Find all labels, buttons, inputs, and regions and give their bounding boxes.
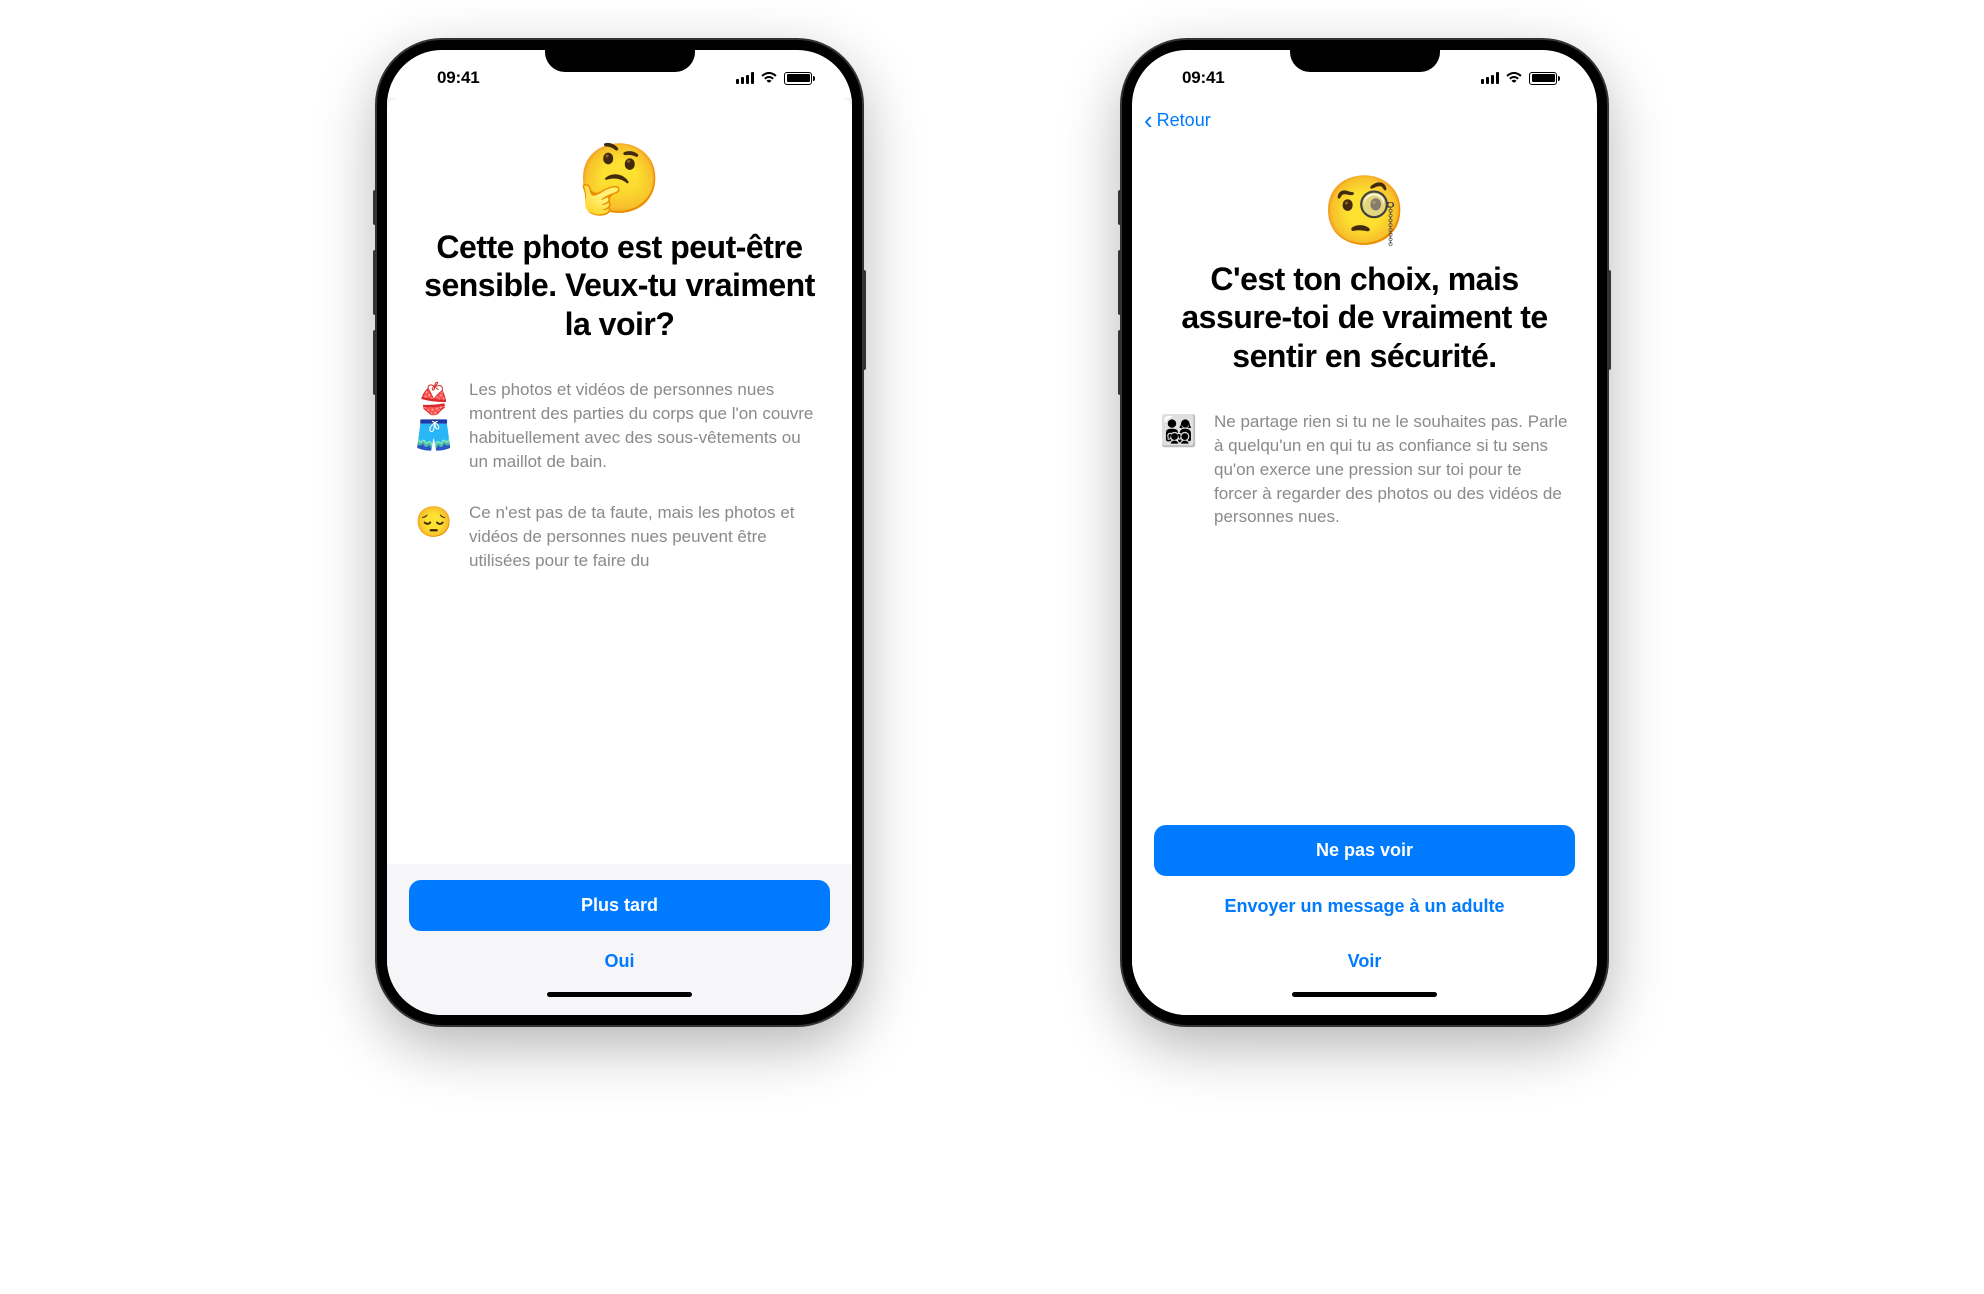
battery-icon (1529, 72, 1557, 85)
info-item: 👙🩳 Les photos et vidéos de personnes nue… (415, 378, 824, 473)
status-time: 09:41 (437, 68, 479, 88)
info-list: 👙🩳 Les photos et vidéos de personnes nue… (409, 378, 830, 573)
status-time: 09:41 (1182, 68, 1224, 88)
content-area: 🧐 C'est ton choix, mais assure-toi de vr… (1132, 142, 1597, 809)
info-item: 👨‍👩‍👧‍👦 Ne partage rien si tu ne le souh… (1160, 410, 1569, 529)
info-text: Les photos et vidéos de personnes nues m… (469, 378, 824, 473)
info-text: Ne partage rien si tu ne le souhaites pa… (1214, 410, 1569, 529)
nav-bar: ‹ Retour (1132, 98, 1597, 142)
later-button[interactable]: Plus tard (409, 880, 830, 931)
page-title: Cette photo est peut-être sensible. Veux… (409, 228, 830, 343)
battery-icon (784, 72, 812, 85)
status-icons (1481, 69, 1557, 88)
status-bar: 09:41 (1132, 50, 1597, 98)
family-icon: 👨‍👩‍👧‍👦 (1160, 414, 1196, 450)
message-adult-button[interactable]: Envoyer un message à un adulte (1154, 882, 1575, 931)
yes-button[interactable]: Oui (409, 937, 830, 986)
wifi-icon (1505, 69, 1523, 88)
dont-view-button[interactable]: Ne pas voir (1154, 825, 1575, 876)
status-icons (736, 69, 812, 88)
chevron-left-icon: ‹ (1144, 107, 1153, 133)
home-indicator[interactable] (1292, 992, 1437, 997)
button-area: Ne pas voir Envoyer un message à un adul… (1132, 809, 1597, 1015)
button-area: Plus tard Oui (387, 864, 852, 1015)
cellular-signal-icon (736, 72, 754, 84)
phone-mockup-1: 09:41 🤔 Cette photo est peut-être sensib… (377, 40, 862, 1025)
monocle-face-icon: 🧐 (1154, 177, 1575, 245)
phone-mockup-2: 09:41 ‹ Retour 🧐 C'est ton choix, ma (1122, 40, 1607, 1025)
thinking-face-icon: 🤔 (409, 145, 830, 213)
cellular-signal-icon (1481, 72, 1499, 84)
wifi-icon (760, 69, 778, 88)
content-area: 🤔 Cette photo est peut-être sensible. Ve… (387, 110, 852, 864)
info-list: 👨‍👩‍👧‍👦 Ne partage rien si tu ne le souh… (1154, 410, 1575, 529)
page-title: C'est ton choix, mais assure-toi de vrai… (1154, 260, 1575, 375)
info-text: Ce n'est pas de ta faute, mais les photo… (469, 501, 824, 572)
modal-sheet-handle (387, 98, 852, 110)
screen-2: 09:41 ‹ Retour 🧐 C'est ton choix, ma (1132, 50, 1597, 1015)
back-label: Retour (1157, 110, 1211, 131)
view-button[interactable]: Voir (1154, 937, 1575, 986)
screen-1: 09:41 🤔 Cette photo est peut-être sensib… (387, 50, 852, 1015)
back-button[interactable]: ‹ Retour (1144, 107, 1211, 133)
info-item: 😔 Ce n'est pas de ta faute, mais les pho… (415, 501, 824, 572)
home-indicator[interactable] (547, 992, 692, 997)
status-bar: 09:41 (387, 50, 852, 98)
pensive-face-icon: 😔 (415, 505, 451, 541)
swimwear-icon: 👙🩳 (415, 382, 451, 454)
